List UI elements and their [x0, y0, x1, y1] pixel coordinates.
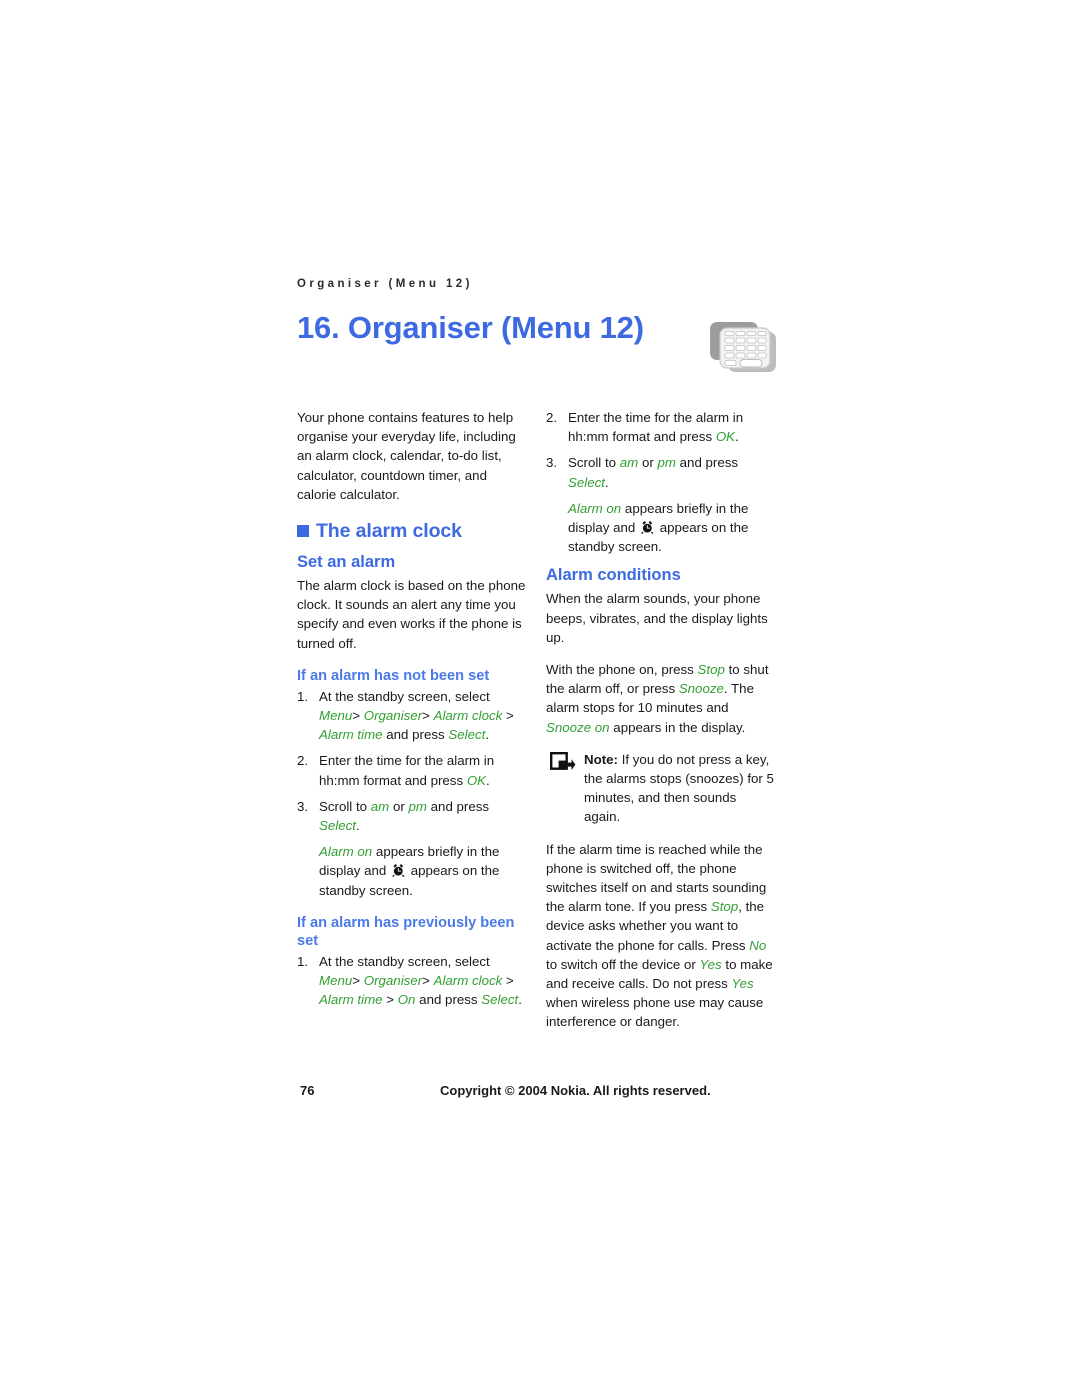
path-separator: > [506, 973, 514, 989]
path-separator: > [352, 708, 361, 724]
path-separator: > [352, 973, 361, 989]
alarm-on-note: Alarm on appears briefly in the display … [546, 499, 775, 557]
alarm-clock-icon [391, 863, 406, 878]
intro-paragraph: Your phone contains features to help org… [297, 410, 516, 502]
ui-string-alarm-on: Alarm on [319, 844, 373, 860]
ui-string-menu: Menu [319, 973, 353, 989]
subheading-alarm-conditions: Alarm conditions [546, 566, 681, 585]
ui-string-select: Select [319, 818, 356, 834]
step-text: Scroll to [568, 455, 617, 471]
ui-string-select: Select [568, 474, 605, 490]
ui-string-select: Select [481, 992, 519, 1008]
ui-string-alarm-clock: Alarm clock [433, 708, 503, 724]
subheading-set-an-alarm: Set an alarm [297, 553, 396, 572]
note-box: Note: If you do not press a key, the ala… [546, 750, 775, 827]
list-item: 3. Scroll to am or pm and press Select. [546, 453, 775, 491]
alarm-conditions-paragraph-1: When the alarm sounds, your phone beeps,… [546, 591, 768, 645]
running-header: Organiser (Menu 12) [297, 278, 473, 290]
path-separator: > [422, 973, 430, 989]
ui-string-stop: Stop [710, 899, 739, 915]
steps-list-previously-set: 1. At the standby screen, select Menu> Or… [297, 952, 526, 1010]
step-number: 1. [297, 953, 309, 969]
step-number: 1. [297, 688, 309, 704]
final-paragraph: If the alarm time is reached while the p… [546, 840, 775, 1032]
manual-page: Organiser (Menu 12) 16. Organiser (Menu … [0, 0, 1080, 1397]
ui-string-am: am [619, 455, 639, 471]
alarm-clock-icon [640, 520, 655, 535]
step-text-cont: and press [419, 992, 478, 1008]
text-segment: With the phone on, press [546, 662, 694, 678]
period: . [485, 727, 490, 743]
ui-string-alarm-on: Alarm on [568, 500, 622, 516]
ui-string-pm: pm [408, 798, 427, 814]
step-number: 3. [546, 455, 558, 471]
ui-string-select: Select [448, 727, 486, 743]
ui-string-snooze-on: Snooze on [546, 719, 610, 735]
path-separator: > [506, 708, 514, 724]
ui-string-on: On [397, 992, 416, 1008]
step-text-cont: and press [679, 455, 739, 471]
alarm-conditions-paragraph-2: With the phone on, press Stop to shut th… [546, 660, 775, 737]
list-item: 1. At the standby screen, select Menu> Or… [297, 687, 526, 745]
ui-string-menu: Menu [319, 708, 353, 724]
section-heading-the-alarm-clock: The alarm clock [297, 520, 526, 542]
ui-string-am: am [370, 798, 390, 814]
ui-string-yes: Yes [699, 956, 722, 972]
period: . [735, 429, 739, 445]
ui-string-organiser: Organiser [363, 973, 423, 989]
subheading-if-alarm-previously-set: If an alarm has previously been set [297, 914, 515, 949]
list-item: 2. Enter the time for the alarm in hh:mm … [546, 408, 775, 446]
period: . [486, 772, 490, 788]
step-number: 2. [546, 410, 558, 425]
section-heading-label: The alarm clock [316, 520, 462, 543]
steps-list-continued: 2. Enter the time for the alarm in hh:mm … [546, 408, 775, 492]
period: . [518, 992, 522, 1008]
step-number: 2. [297, 753, 309, 769]
ui-string-alarm-time: Alarm time [319, 727, 383, 743]
set-alarm-body: The alarm clock is based on the phone cl… [297, 578, 526, 651]
period: . [604, 474, 609, 490]
note-label: Note: [584, 751, 618, 767]
page-title: 16. Organiser (Menu 12) [297, 310, 644, 345]
ui-string-yes: Yes [731, 976, 754, 992]
ui-string-ok: OK [466, 772, 487, 788]
step-text-or: or [641, 455, 654, 471]
ui-string-organiser: Organiser [363, 708, 423, 724]
ui-string-alarm-clock: Alarm clock [433, 973, 503, 989]
copyright-notice: Copyright © 2004 Nokia. All rights reser… [440, 1083, 711, 1098]
step-text: At the standby screen, select [319, 688, 490, 704]
alarm-on-note: Alarm on appears briefly in the display … [297, 842, 526, 900]
period: . [355, 818, 360, 834]
step-number: 3. [297, 798, 309, 814]
ui-string-alarm-time: Alarm time [319, 992, 383, 1008]
step-text-cont: and press [430, 798, 490, 814]
note-arrow-icon [550, 751, 576, 773]
keypad-calculator-icon [702, 318, 784, 376]
list-item: 1. At the standby screen, select Menu> Or… [297, 952, 526, 1010]
page-number: 76 [300, 1083, 315, 1098]
ui-string-snooze: Snooze [678, 681, 724, 697]
steps-list-not-set: 1. At the standby screen, select Menu> Or… [297, 687, 526, 835]
step-text: At the standby screen, select [319, 953, 490, 969]
path-separator: > [422, 708, 430, 724]
ui-string-ok: OK [715, 429, 736, 445]
right-column: 2. Enter the time for the alarm in hh:mm … [546, 408, 775, 1045]
list-item: 3. Scroll to am or pm and press Select. [297, 797, 526, 835]
text-segment: appears in the display. [613, 719, 746, 735]
subheading-if-alarm-not-set: If an alarm has not been set [297, 667, 490, 684]
text-segment: to switch off the device or [546, 956, 696, 972]
step-text-cont: and press [386, 727, 445, 743]
path-separator: > [386, 992, 395, 1008]
step-text: Scroll to [319, 798, 368, 814]
list-item: 2. Enter the time for the alarm in hh:mm … [297, 751, 526, 789]
step-text-or: or [392, 798, 405, 814]
text-segment: when wireless phone use may cause interf… [546, 995, 764, 1030]
ui-string-pm: pm [657, 455, 676, 471]
left-column: Your phone contains features to help org… [297, 408, 526, 1016]
square-bullet-icon [297, 525, 309, 538]
ui-string-stop: Stop [697, 662, 725, 678]
ui-string-no: No [749, 937, 767, 953]
